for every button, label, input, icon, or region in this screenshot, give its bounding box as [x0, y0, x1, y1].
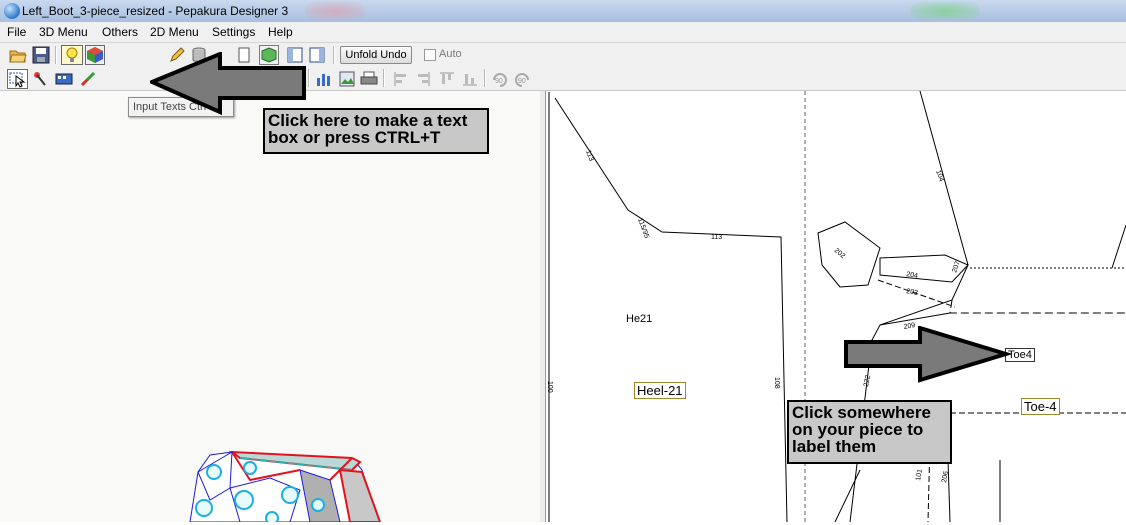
edge-tool-icon[interactable] [32, 70, 50, 88]
pattern-label-toe4[interactable]: Toe-4 [1021, 398, 1060, 415]
chart-icon[interactable] [315, 70, 333, 88]
toolbar-separator [484, 69, 486, 87]
edge-number: 202 [833, 247, 847, 260]
auto-label: Auto [439, 48, 462, 60]
callout-line: on your piece to [792, 420, 924, 439]
edge-number: 113 [584, 149, 594, 162]
toolbar-separator [333, 46, 335, 64]
image-icon[interactable] [338, 70, 356, 88]
unfold-undo-button[interactable]: Unfold Undo [340, 46, 412, 64]
edge-number: 108 [773, 377, 780, 389]
film-icon[interactable] [55, 70, 73, 88]
menu-others[interactable]: Others [102, 25, 138, 39]
open-folder-icon[interactable] [9, 46, 27, 64]
print-icon[interactable] [360, 70, 378, 88]
edge-number: 104 [934, 169, 945, 182]
callout-label-piece: Click somewhere on your piece to label t… [787, 400, 952, 464]
callout-text-tool: Click here to make a text box or press C… [263, 108, 489, 154]
taskbar-glow-green [910, 2, 980, 20]
align-right-icon [414, 70, 432, 88]
edge-number: 204 [906, 271, 919, 280]
taskbar-glow-pink [305, 2, 365, 20]
color-cube-icon[interactable] [85, 45, 105, 65]
callout-line: Click somewhere [792, 403, 931, 422]
svg-text:90: 90 [518, 78, 526, 85]
arrow-left-annotation [150, 52, 306, 116]
pattern-label-heel21[interactable]: Heel-21 [634, 382, 686, 399]
arrow-right-annotation [844, 326, 1012, 383]
edge-number: 113 [711, 234, 722, 241]
app-icon [4, 3, 20, 19]
rotate-right-90-icon: 90 [512, 70, 532, 88]
toolbar-separator [383, 69, 385, 87]
pattern-label-he21[interactable]: He21 [626, 313, 652, 325]
align-left-icon [392, 70, 410, 88]
callout-line: box or press CTRL+T [268, 128, 441, 147]
rotate-left-90-icon: 90 [490, 70, 510, 88]
3d-view-pane[interactable] [0, 91, 541, 525]
menu-file[interactable]: File [7, 25, 26, 39]
edge-number: 101 [915, 469, 924, 482]
3d-boot-model [189, 450, 382, 525]
callout-line: label them [792, 437, 877, 456]
menu-settings[interactable]: Settings [212, 25, 255, 39]
edge-number: 115/95 [636, 217, 650, 239]
auto-checkbox[interactable] [424, 49, 436, 61]
svg-text:90: 90 [495, 78, 503, 85]
edge-number: 207 [951, 260, 962, 273]
menu-2d[interactable]: 2D Menu [150, 25, 199, 39]
lightbulb-icon[interactable] [61, 45, 83, 65]
toolbar-separator [55, 46, 57, 64]
select-icon[interactable] [7, 69, 28, 89]
align-bottom-icon [461, 70, 479, 88]
menu-3d[interactable]: 3D Menu [39, 25, 88, 39]
menu-bar: File 3D Menu Others 2D Menu Settings Hel… [0, 22, 1126, 43]
menu-help[interactable]: Help [268, 25, 293, 39]
paint-icon[interactable] [80, 70, 98, 88]
callout-line: Click here to make a text [268, 111, 468, 130]
edge-number: 100 [546, 381, 553, 393]
align-top-icon [438, 70, 456, 88]
save-icon[interactable] [32, 46, 50, 64]
window-title: Left_Boot_3-piece_resized - Pepakura Des… [22, 4, 289, 18]
edge-number: 203 [906, 288, 919, 297]
view-right-icon[interactable] [308, 46, 326, 64]
